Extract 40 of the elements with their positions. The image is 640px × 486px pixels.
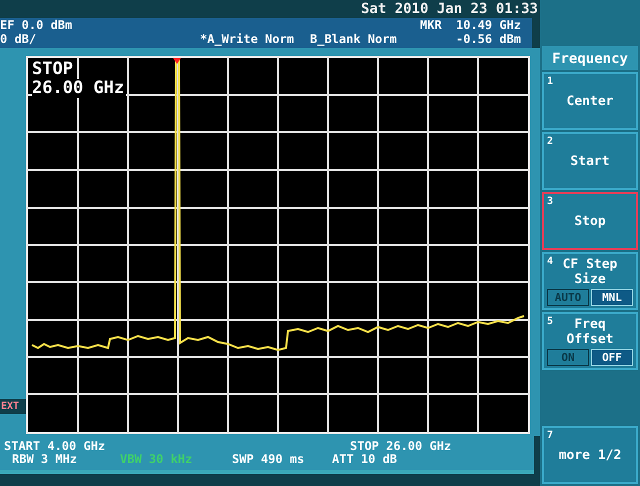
softkey-label: more 1/2: [558, 448, 622, 462]
softkey[interactable]: 5 Freq Offset ON OFF: [542, 312, 638, 370]
clock-text: Sat 2010 Jan 23 01:33: [360, 0, 538, 18]
softkey-label: CF Step Size: [562, 256, 618, 286]
sweep-time: SWP 490 ms: [232, 453, 306, 466]
scale-text: 0 dB/: [0, 32, 38, 46]
toggle-option[interactable]: MNL: [591, 288, 633, 306]
softkey-number: 3: [547, 195, 554, 209]
softkey[interactable]: 7 more 1/2: [542, 426, 638, 484]
softkey-label: Center: [566, 94, 614, 108]
softkey-label: Start: [569, 154, 611, 168]
trace-a-mode: *A_Write Norm: [200, 32, 295, 46]
softkey[interactable]: 4 CF Step Size AUTO MNL: [542, 252, 638, 310]
softkey-number: 5: [547, 315, 554, 329]
marker-level: -0.56 dBm: [456, 32, 522, 46]
marker-frequency: 10.49 GHz: [456, 18, 522, 32]
reference-level: EF 0.0 dBm: [0, 18, 74, 32]
stop-frequency: STOP 26.00 GHz: [350, 440, 452, 453]
toggle-option[interactable]: ON: [547, 348, 589, 366]
softkey-number: 7: [547, 429, 554, 443]
ext-indicator: EXT: [0, 399, 26, 414]
softkey-number: 2: [547, 135, 554, 149]
softkey[interactable]: 2 Start: [542, 132, 638, 190]
softkey-label: Stop: [573, 214, 607, 228]
softkey[interactable]: 3 Stop: [542, 192, 638, 250]
softkey-number: 1: [547, 75, 554, 89]
video-bandwidth: VBW 30 kHz: [120, 453, 194, 466]
active-function-value: 26.00 GHz: [32, 79, 126, 98]
start-frequency: START 4.00 GHz: [4, 440, 106, 453]
attenuation: ATT 10 dB: [332, 453, 398, 466]
menu-title: Frequency: [542, 46, 638, 70]
trace-b-mode: B_Blank Norm: [310, 32, 398, 46]
marker-label: MKR: [420, 18, 443, 34]
toggle-option[interactable]: AUTO: [547, 288, 589, 306]
softkey-label: Freq Offset: [566, 316, 614, 346]
resolution-bandwidth: RBW 3 MHz: [12, 453, 78, 466]
marker-icon: [173, 58, 181, 64]
softkey[interactable]: 1 Center: [542, 72, 638, 130]
softkey-number: 4: [547, 255, 554, 269]
toggle-option[interactable]: OFF: [591, 348, 633, 366]
